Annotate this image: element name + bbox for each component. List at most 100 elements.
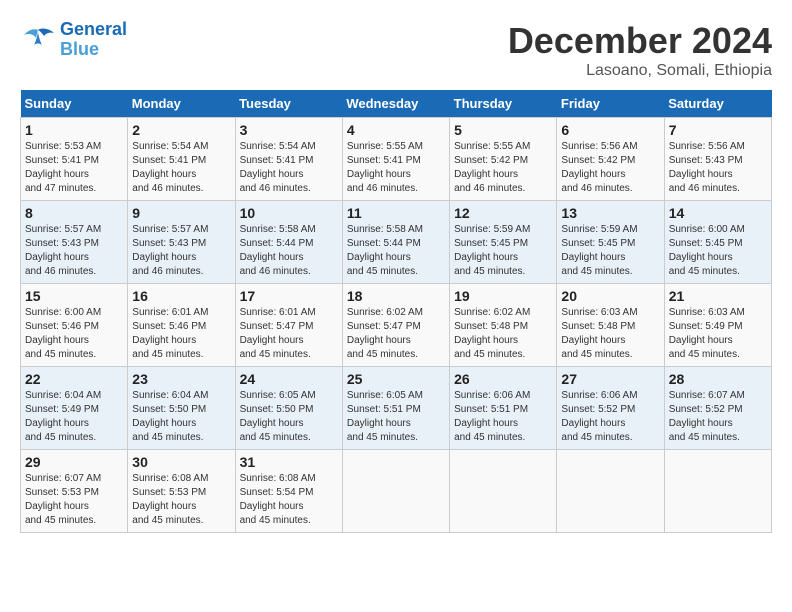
day-number: 3 bbox=[240, 122, 338, 138]
day-info: Sunrise: 5:56 AM Sunset: 5:43 PM Dayligh… bbox=[669, 140, 767, 196]
calendar-cell: 30 Sunrise: 6:08 AM Sunset: 5:53 PM Dayl… bbox=[128, 450, 235, 533]
day-info: Sunrise: 5:58 AM Sunset: 5:44 PM Dayligh… bbox=[347, 223, 445, 279]
month-title: December 2024 bbox=[508, 20, 772, 62]
calendar-week-row: 8 Sunrise: 5:57 AM Sunset: 5:43 PM Dayli… bbox=[21, 201, 772, 284]
day-number: 14 bbox=[669, 205, 767, 221]
day-number: 7 bbox=[669, 122, 767, 138]
calendar-cell: 13 Sunrise: 5:59 AM Sunset: 5:45 PM Dayl… bbox=[557, 201, 664, 284]
day-info: Sunrise: 5:53 AM Sunset: 5:41 PM Dayligh… bbox=[25, 140, 123, 196]
day-info: Sunrise: 6:03 AM Sunset: 5:49 PM Dayligh… bbox=[669, 306, 767, 362]
day-number: 2 bbox=[132, 122, 230, 138]
calendar-cell: 8 Sunrise: 5:57 AM Sunset: 5:43 PM Dayli… bbox=[21, 201, 128, 284]
day-info: Sunrise: 6:08 AM Sunset: 5:54 PM Dayligh… bbox=[240, 472, 338, 528]
day-number: 11 bbox=[347, 205, 445, 221]
day-info: Sunrise: 6:06 AM Sunset: 5:52 PM Dayligh… bbox=[561, 389, 659, 445]
day-info: Sunrise: 6:08 AM Sunset: 5:53 PM Dayligh… bbox=[132, 472, 230, 528]
day-info: Sunrise: 5:55 AM Sunset: 5:41 PM Dayligh… bbox=[347, 140, 445, 196]
day-info: Sunrise: 6:00 AM Sunset: 5:46 PM Dayligh… bbox=[25, 306, 123, 362]
calendar-cell: 10 Sunrise: 5:58 AM Sunset: 5:44 PM Dayl… bbox=[235, 201, 342, 284]
day-info: Sunrise: 5:56 AM Sunset: 5:42 PM Dayligh… bbox=[561, 140, 659, 196]
page-header: General Blue December 2024 Lasoano, Soma… bbox=[20, 20, 772, 80]
location-subtitle: Lasoano, Somali, Ethiopia bbox=[508, 62, 772, 80]
day-info: Sunrise: 6:04 AM Sunset: 5:49 PM Dayligh… bbox=[25, 389, 123, 445]
day-number: 5 bbox=[454, 122, 552, 138]
day-number: 8 bbox=[25, 205, 123, 221]
calendar-cell: 15 Sunrise: 6:00 AM Sunset: 5:46 PM Dayl… bbox=[21, 284, 128, 367]
day-info: Sunrise: 5:57 AM Sunset: 5:43 PM Dayligh… bbox=[132, 223, 230, 279]
calendar-cell: 17 Sunrise: 6:01 AM Sunset: 5:47 PM Dayl… bbox=[235, 284, 342, 367]
day-info: Sunrise: 6:02 AM Sunset: 5:48 PM Dayligh… bbox=[454, 306, 552, 362]
logo-bird-icon bbox=[20, 25, 56, 55]
calendar-cell bbox=[557, 450, 664, 533]
calendar-week-row: 15 Sunrise: 6:00 AM Sunset: 5:46 PM Dayl… bbox=[21, 284, 772, 367]
day-info: Sunrise: 6:05 AM Sunset: 5:50 PM Dayligh… bbox=[240, 389, 338, 445]
header-tuesday: Tuesday bbox=[235, 90, 342, 118]
day-number: 27 bbox=[561, 371, 659, 387]
day-info: Sunrise: 6:07 AM Sunset: 5:52 PM Dayligh… bbox=[669, 389, 767, 445]
calendar-cell bbox=[664, 450, 771, 533]
calendar-cell: 1 Sunrise: 5:53 AM Sunset: 5:41 PM Dayli… bbox=[21, 118, 128, 201]
logo-text: General Blue bbox=[60, 20, 127, 60]
day-info: Sunrise: 5:58 AM Sunset: 5:44 PM Dayligh… bbox=[240, 223, 338, 279]
calendar-cell: 21 Sunrise: 6:03 AM Sunset: 5:49 PM Dayl… bbox=[664, 284, 771, 367]
calendar-cell: 18 Sunrise: 6:02 AM Sunset: 5:47 PM Dayl… bbox=[342, 284, 449, 367]
calendar-cell: 31 Sunrise: 6:08 AM Sunset: 5:54 PM Dayl… bbox=[235, 450, 342, 533]
day-info: Sunrise: 6:01 AM Sunset: 5:46 PM Dayligh… bbox=[132, 306, 230, 362]
day-number: 22 bbox=[25, 371, 123, 387]
calendar-cell: 11 Sunrise: 5:58 AM Sunset: 5:44 PM Dayl… bbox=[342, 201, 449, 284]
day-info: Sunrise: 5:55 AM Sunset: 5:42 PM Dayligh… bbox=[454, 140, 552, 196]
day-info: Sunrise: 5:54 AM Sunset: 5:41 PM Dayligh… bbox=[132, 140, 230, 196]
day-number: 31 bbox=[240, 454, 338, 470]
day-number: 1 bbox=[25, 122, 123, 138]
day-number: 21 bbox=[669, 288, 767, 304]
day-number: 18 bbox=[347, 288, 445, 304]
header-saturday: Saturday bbox=[664, 90, 771, 118]
calendar-cell: 28 Sunrise: 6:07 AM Sunset: 5:52 PM Dayl… bbox=[664, 367, 771, 450]
day-number: 20 bbox=[561, 288, 659, 304]
calendar-cell: 4 Sunrise: 5:55 AM Sunset: 5:41 PM Dayli… bbox=[342, 118, 449, 201]
header-thursday: Thursday bbox=[450, 90, 557, 118]
day-number: 25 bbox=[347, 371, 445, 387]
title-block: December 2024 Lasoano, Somali, Ethiopia bbox=[508, 20, 772, 80]
day-info: Sunrise: 5:57 AM Sunset: 5:43 PM Dayligh… bbox=[25, 223, 123, 279]
day-number: 28 bbox=[669, 371, 767, 387]
day-info: Sunrise: 6:00 AM Sunset: 5:45 PM Dayligh… bbox=[669, 223, 767, 279]
calendar-cell: 22 Sunrise: 6:04 AM Sunset: 5:49 PM Dayl… bbox=[21, 367, 128, 450]
header-friday: Friday bbox=[557, 90, 664, 118]
header-wednesday: Wednesday bbox=[342, 90, 449, 118]
day-info: Sunrise: 5:59 AM Sunset: 5:45 PM Dayligh… bbox=[454, 223, 552, 279]
logo: General Blue bbox=[20, 20, 127, 60]
day-number: 17 bbox=[240, 288, 338, 304]
day-number: 12 bbox=[454, 205, 552, 221]
day-number: 6 bbox=[561, 122, 659, 138]
calendar-cell: 25 Sunrise: 6:05 AM Sunset: 5:51 PM Dayl… bbox=[342, 367, 449, 450]
header-sunday: Sunday bbox=[21, 90, 128, 118]
day-info: Sunrise: 5:54 AM Sunset: 5:41 PM Dayligh… bbox=[240, 140, 338, 196]
calendar-cell: 7 Sunrise: 5:56 AM Sunset: 5:43 PM Dayli… bbox=[664, 118, 771, 201]
calendar-week-row: 29 Sunrise: 6:07 AM Sunset: 5:53 PM Dayl… bbox=[21, 450, 772, 533]
day-info: Sunrise: 6:07 AM Sunset: 5:53 PM Dayligh… bbox=[25, 472, 123, 528]
day-number: 4 bbox=[347, 122, 445, 138]
calendar-cell bbox=[342, 450, 449, 533]
day-info: Sunrise: 5:59 AM Sunset: 5:45 PM Dayligh… bbox=[561, 223, 659, 279]
calendar-cell: 2 Sunrise: 5:54 AM Sunset: 5:41 PM Dayli… bbox=[128, 118, 235, 201]
calendar-cell: 26 Sunrise: 6:06 AM Sunset: 5:51 PM Dayl… bbox=[450, 367, 557, 450]
calendar-cell: 12 Sunrise: 5:59 AM Sunset: 5:45 PM Dayl… bbox=[450, 201, 557, 284]
calendar-cell bbox=[450, 450, 557, 533]
calendar-cell: 3 Sunrise: 5:54 AM Sunset: 5:41 PM Dayli… bbox=[235, 118, 342, 201]
calendar-cell: 6 Sunrise: 5:56 AM Sunset: 5:42 PM Dayli… bbox=[557, 118, 664, 201]
day-info: Sunrise: 6:06 AM Sunset: 5:51 PM Dayligh… bbox=[454, 389, 552, 445]
day-info: Sunrise: 6:03 AM Sunset: 5:48 PM Dayligh… bbox=[561, 306, 659, 362]
calendar-cell: 19 Sunrise: 6:02 AM Sunset: 5:48 PM Dayl… bbox=[450, 284, 557, 367]
day-number: 19 bbox=[454, 288, 552, 304]
day-number: 15 bbox=[25, 288, 123, 304]
calendar-cell: 27 Sunrise: 6:06 AM Sunset: 5:52 PM Dayl… bbox=[557, 367, 664, 450]
calendar-cell: 14 Sunrise: 6:00 AM Sunset: 5:45 PM Dayl… bbox=[664, 201, 771, 284]
day-number: 26 bbox=[454, 371, 552, 387]
calendar-cell: 23 Sunrise: 6:04 AM Sunset: 5:50 PM Dayl… bbox=[128, 367, 235, 450]
day-number: 13 bbox=[561, 205, 659, 221]
day-number: 30 bbox=[132, 454, 230, 470]
day-info: Sunrise: 6:04 AM Sunset: 5:50 PM Dayligh… bbox=[132, 389, 230, 445]
calendar-cell: 9 Sunrise: 5:57 AM Sunset: 5:43 PM Dayli… bbox=[128, 201, 235, 284]
calendar-cell: 29 Sunrise: 6:07 AM Sunset: 5:53 PM Dayl… bbox=[21, 450, 128, 533]
